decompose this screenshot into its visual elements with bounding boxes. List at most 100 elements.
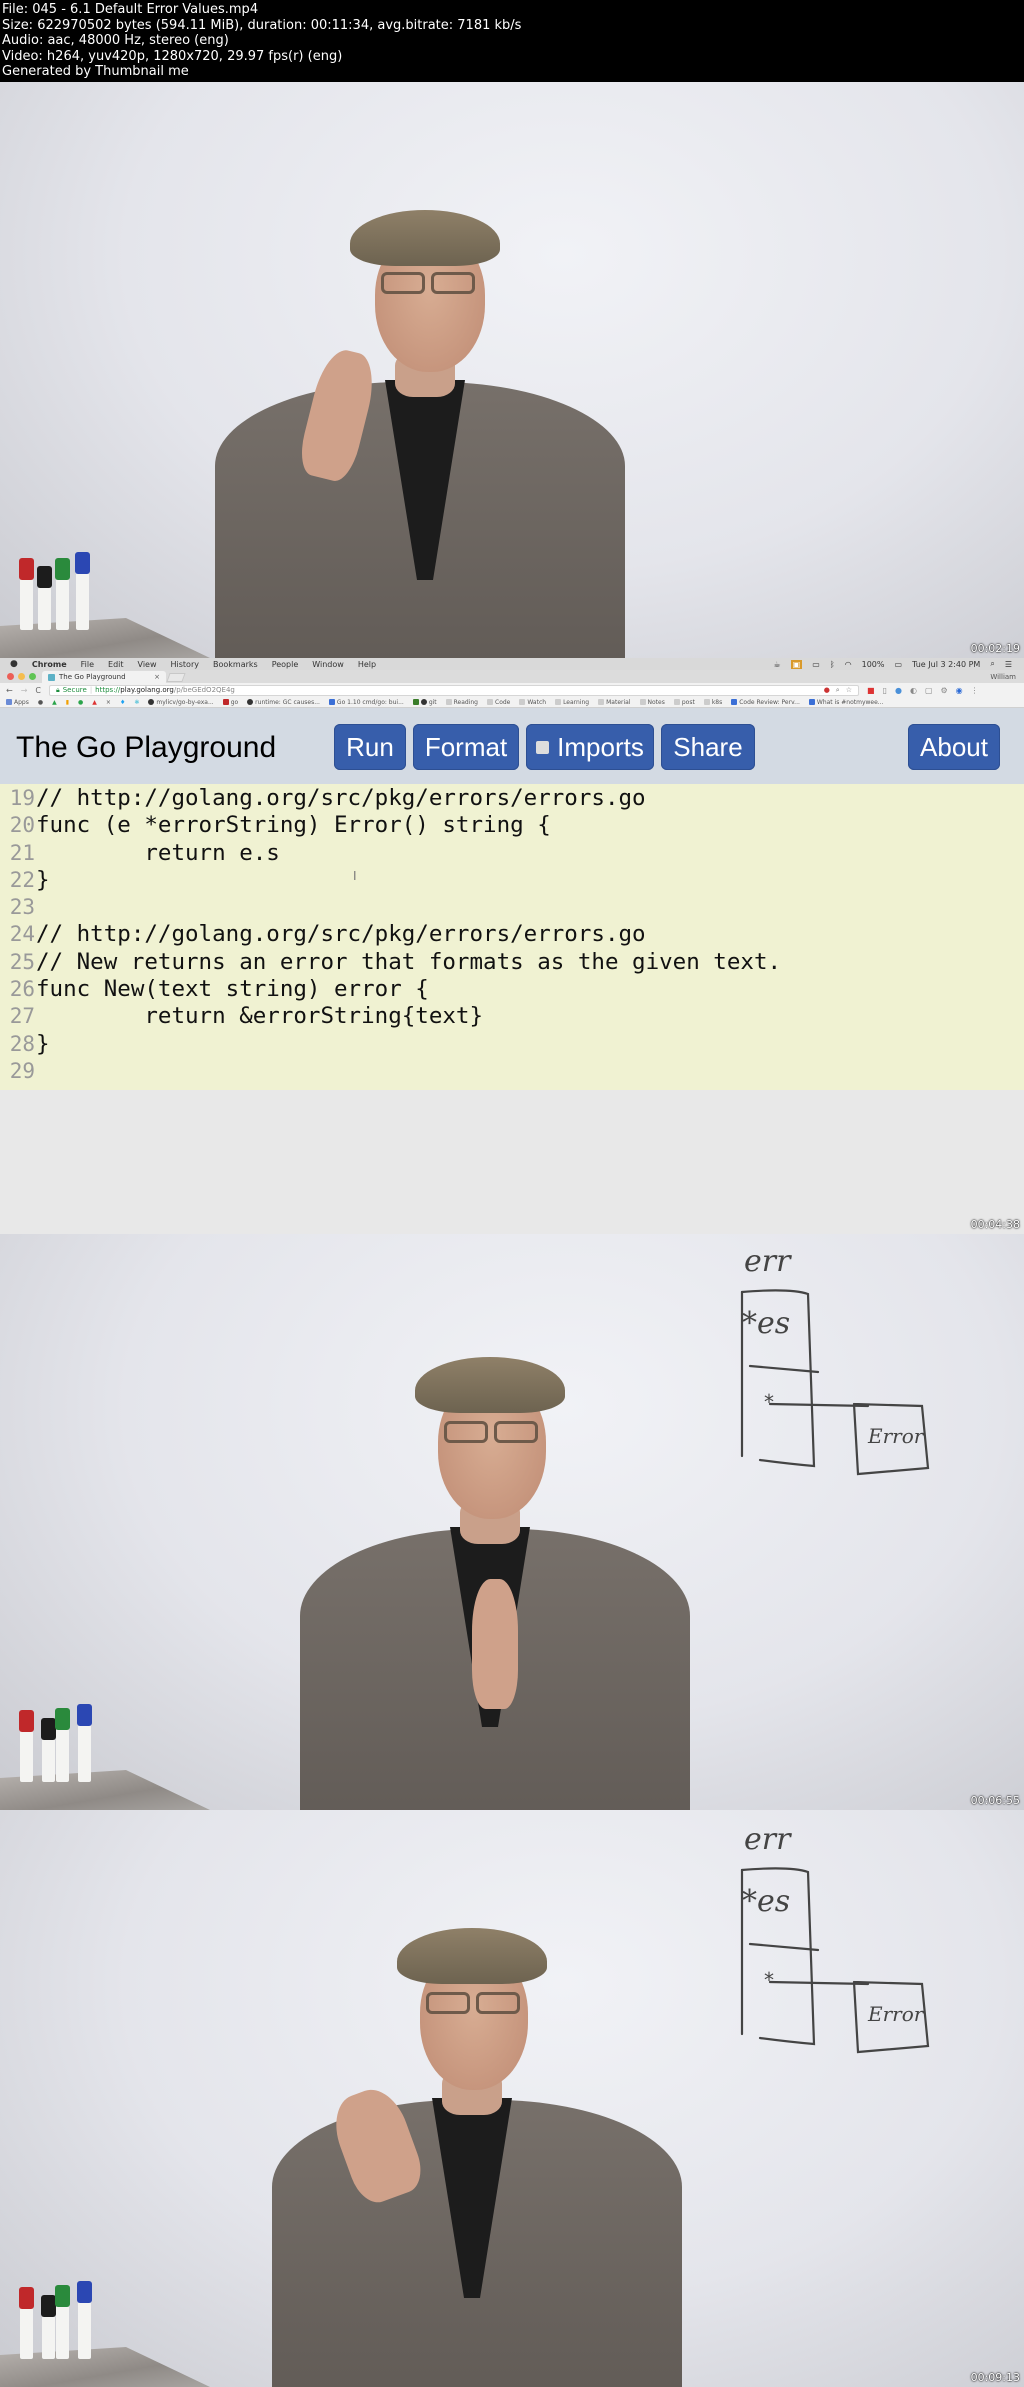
line-number: 21 [9, 840, 35, 865]
bookmark-go[interactable]: go [222, 699, 238, 706]
bookmark-code-review[interactable]: Code Review: Perv... [731, 699, 800, 706]
url-host: play.golang.org [120, 686, 174, 694]
menu-bookmarks[interactable]: Bookmarks [213, 660, 258, 669]
bookmark-git[interactable]: git [412, 699, 437, 706]
menu-help[interactable]: Help [358, 660, 376, 669]
battery-level: 100% [861, 659, 885, 669]
secure-label: Secure [62, 686, 87, 694]
bookmark-runtime-gc[interactable]: runtime: GC causes... [247, 699, 320, 706]
bookmark-folder-notes[interactable]: Notes [639, 699, 665, 706]
menu-file[interactable]: File [81, 660, 94, 669]
glasses-left [444, 1421, 488, 1443]
run-button[interactable]: Run [334, 724, 406, 770]
doc-icon [808, 699, 815, 705]
folder-icon [639, 699, 646, 705]
address-bar[interactable]: 🔒︎ Secure | https://play.golang.org/p/be… [49, 684, 859, 696]
app-status-icon[interactable]: ▣ [790, 659, 803, 669]
chrome-toolbar: ← → C 🔒︎ Secure | https://play.golang.or… [0, 683, 1024, 697]
info-audio: Audio: aac, 48000 Hz, stereo (eng) [2, 33, 229, 49]
spotlight-icon[interactable]: ⌕ [990, 659, 994, 669]
bookmark-analytics-icon[interactable]: ▮ [66, 699, 69, 706]
bookmark-star-icon[interactable]: ☆ [846, 686, 852, 695]
menu-history[interactable]: History [171, 660, 199, 669]
marker-set [16, 2275, 96, 2359]
wifi-icon[interactable]: ◠ [845, 660, 852, 669]
glasses-left [381, 272, 425, 294]
code-line: 23 [0, 894, 1024, 921]
bookmark-apps[interactable]: Apps [6, 699, 29, 706]
bookmark-red-icon[interactable]: ▲ [92, 699, 97, 706]
git-icon [412, 699, 419, 705]
folder-icon [487, 699, 493, 705]
bookmark-slack-icon[interactable]: ✱ [134, 699, 139, 706]
coffee-icon[interactable]: ☕ [774, 660, 781, 669]
menu-app-chrome[interactable]: Chrome [32, 660, 67, 669]
bookmark-drive-icon[interactable]: ▲ [52, 699, 57, 706]
imports-toggle[interactable]: Imports [526, 724, 654, 770]
bookmark-folder-watch[interactable]: Watch [519, 699, 546, 706]
close-window-icon[interactable] [7, 673, 14, 680]
code-line: 25// New returns an error that formats a… [0, 949, 1024, 976]
extension-blue-icon[interactable]: ● [895, 686, 902, 695]
clock[interactable]: Tue Jul 3 2:40 PM [912, 660, 980, 669]
tab-go-playground[interactable]: The Go Playground × [42, 671, 166, 683]
minimize-window-icon[interactable] [18, 673, 25, 680]
bookmark-folder-post[interactable]: post [673, 699, 695, 706]
blocked-cookie-icon[interactable]: ● [824, 686, 830, 695]
bookmarks-bar: Apps ● ▲ ▮ ● ▲ × ♦ ✱ mylicv/go-by-exa...… [0, 697, 1024, 708]
extension-square-icon[interactable]: ▢ [925, 686, 933, 695]
bookmark-twitter-icon[interactable]: ♦ [120, 699, 125, 706]
bookmark-folder-material[interactable]: Material [598, 699, 631, 706]
menu-window[interactable]: Window [312, 660, 344, 669]
share-button[interactable]: Share [661, 724, 755, 770]
bluetooth-icon[interactable]: ᛒ [830, 660, 835, 669]
zoom-icon[interactable]: ⌕ [836, 686, 840, 695]
marker-set [16, 1698, 96, 1782]
imports-checkbox[interactable] [536, 740, 550, 754]
apple-icon[interactable]: ● [10, 659, 18, 669]
extension-grey-icon[interactable]: ▯ [883, 686, 887, 695]
bookmark-green-icon[interactable]: ● [78, 699, 83, 706]
bookmark-folder-reading[interactable]: Reading [445, 699, 478, 706]
menu-people[interactable]: People [272, 660, 299, 669]
code-text: } [36, 1030, 50, 1057]
notification-center-icon[interactable]: ☰ [1005, 660, 1012, 669]
format-button[interactable]: Format [413, 724, 519, 770]
bookmark-folder-code[interactable]: Code [487, 699, 510, 706]
folder-icon [673, 699, 680, 705]
tab-close-icon[interactable]: × [154, 673, 160, 681]
forward-icon[interactable]: → [21, 686, 28, 695]
bookmark-folder-k8s[interactable]: k8s [703, 699, 722, 706]
whiteboard-label-es: *es [742, 1306, 791, 1341]
code-line: 20 func (e *errorString) Error() string { [0, 812, 1024, 839]
menu-edit[interactable]: Edit [108, 660, 124, 669]
new-tab-button[interactable] [166, 673, 186, 682]
bookmark-notmyweek[interactable]: What is #notmywee... [808, 699, 884, 706]
airplay-icon[interactable]: ▭ [812, 660, 820, 669]
red-marker [19, 558, 34, 630]
profile-name[interactable]: William [990, 673, 1016, 681]
bookmark-x-icon[interactable]: × [106, 699, 111, 706]
code-line: 19// http://golang.org/src/pkg/errors/er… [0, 785, 1024, 812]
battery-icon[interactable]: ▭ [895, 660, 903, 669]
flat-cap [397, 1928, 547, 1984]
maximize-window-icon[interactable] [29, 673, 36, 680]
extension-target-icon[interactable]: ◉ [956, 686, 963, 695]
chrome-menu-icon[interactable]: ⋮ [971, 686, 979, 695]
bookmark-gobyexample[interactable]: mylicv/go-by-exa... [148, 699, 214, 706]
bookmark-go110[interactable]: Go 1.10 cmd/go: bui... [328, 699, 404, 706]
back-icon[interactable]: ← [6, 686, 13, 695]
info-file: File: 045 - 6.1 Default Error Values.mp4 [2, 2, 259, 17]
bookmark-github-icon[interactable]: ● [38, 699, 43, 706]
whiteboard-label-error: Error [868, 1424, 924, 1448]
extension-circle-icon[interactable]: ◐ [910, 686, 917, 695]
green-marker [55, 558, 70, 630]
menu-view[interactable]: View [138, 660, 157, 669]
extension-red-icon[interactable]: ■ [867, 686, 875, 695]
bookmark-folder-learning[interactable]: Learning [555, 699, 589, 706]
code-editor[interactable]: 19// http://golang.org/src/pkg/errors/er… [0, 784, 1024, 1090]
about-button[interactable]: About [908, 724, 1000, 770]
reload-icon[interactable]: C [35, 686, 41, 695]
doc-icon [328, 699, 335, 705]
extension-gear-icon[interactable]: ⚙ [941, 686, 948, 695]
